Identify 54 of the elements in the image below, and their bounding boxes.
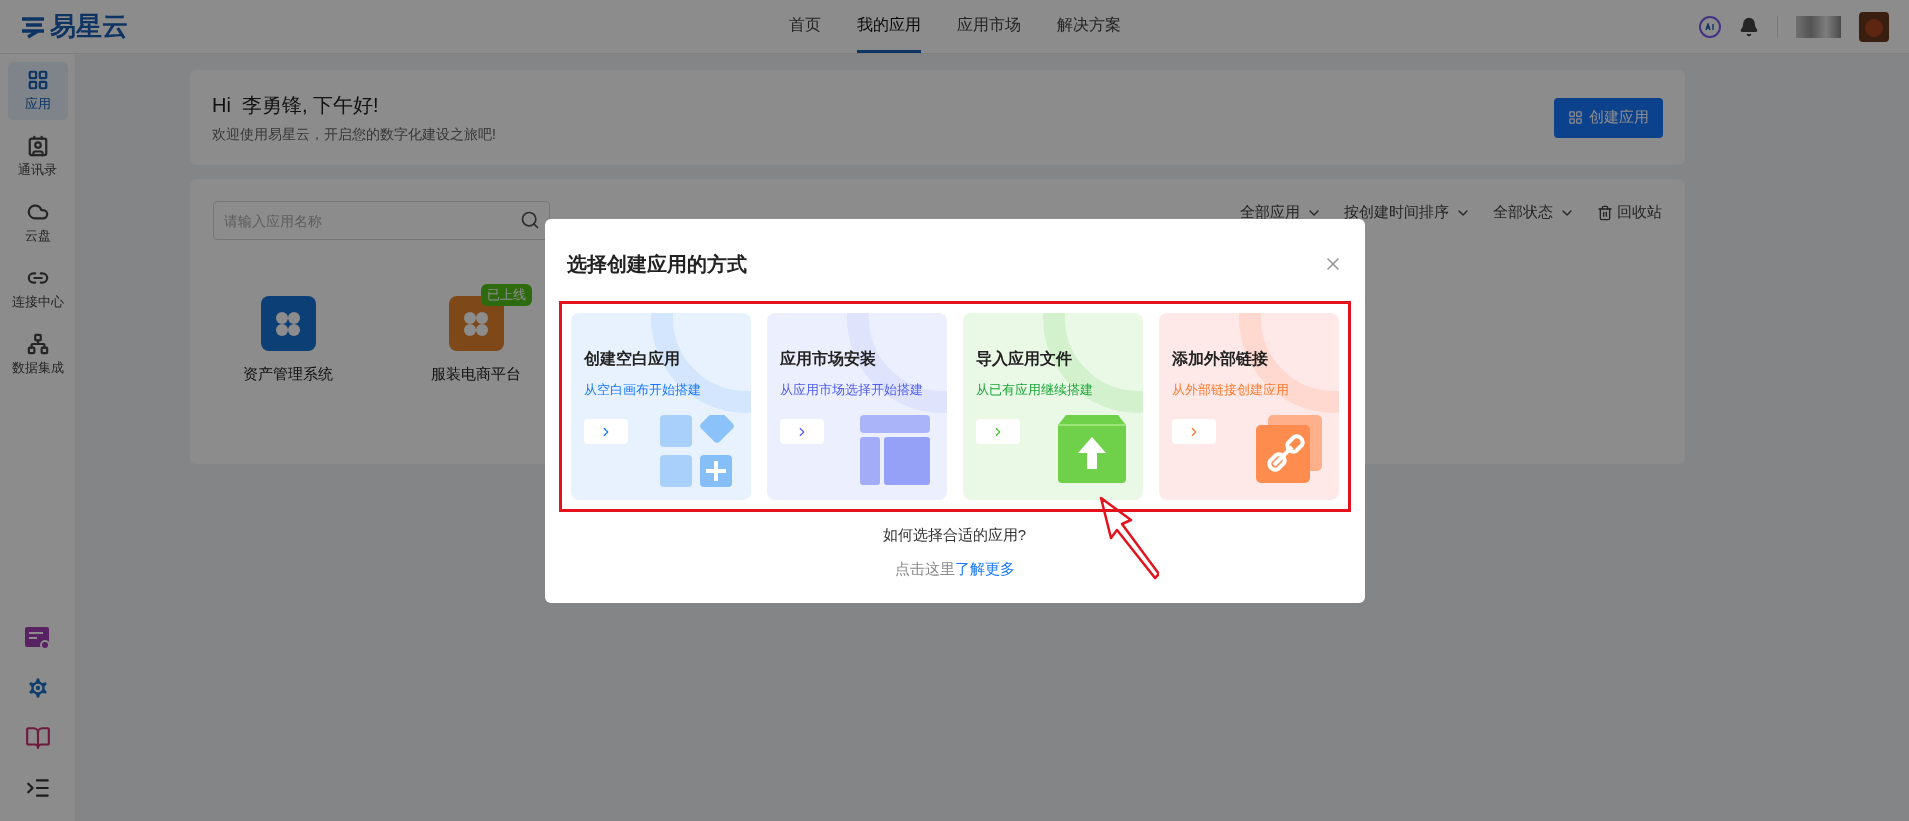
book-icon[interactable] bbox=[24, 725, 51, 751]
avatar[interactable] bbox=[1859, 11, 1889, 42]
status-badge: 已上线 bbox=[480, 284, 532, 306]
dialog-title: 选择创建应用的方式 bbox=[566, 251, 747, 277]
option-card[interactable]: 创建空白应用 从空白画布开始搭建 bbox=[570, 312, 751, 500]
create-app-button[interactable]: 创建应用 bbox=[1554, 97, 1663, 138]
ai-icon[interactable] bbox=[1699, 15, 1721, 38]
option-subtitle: 从应用市场选择开始搭建 bbox=[779, 380, 924, 399]
option-title: 导入应用文件 bbox=[975, 348, 1073, 369]
learn-more-link[interactable]: 了解更多 bbox=[954, 560, 1015, 577]
app-name: 资产管理系统 bbox=[243, 364, 333, 384]
logo-icon bbox=[20, 14, 46, 39]
app-tile[interactable]: 资产管理系统 bbox=[213, 282, 363, 386]
app-icon bbox=[260, 296, 316, 351]
notification-icon[interactable] bbox=[1739, 16, 1759, 37]
option-title: 添加外部链接 bbox=[1171, 348, 1269, 369]
filter-dropdown[interactable]: 全部状态 bbox=[1493, 201, 1575, 224]
trash-icon bbox=[1597, 204, 1613, 221]
help-question: 如何选择合适的应用? bbox=[882, 524, 1027, 545]
greeting-title: Hi 李勇锋, 下午好! bbox=[212, 93, 380, 118]
calendar-settings-icon[interactable] bbox=[24, 627, 51, 651]
option-card[interactable]: 导入应用文件 从已有应用继续搭建 bbox=[962, 312, 1143, 500]
help-text: 点击这里了解更多 bbox=[894, 559, 1015, 579]
network-icon bbox=[26, 332, 49, 355]
recycle-bin-button[interactable]: 回收站 bbox=[1597, 201, 1662, 224]
sidebar-item[interactable]: 云盘 bbox=[7, 194, 68, 252]
option-subtitle: 从已有应用继续搭建 bbox=[975, 380, 1094, 399]
app-name: 服装电商平台 bbox=[431, 364, 521, 384]
sidebar-item[interactable]: 连接中心 bbox=[7, 260, 68, 318]
blocks-icon bbox=[659, 415, 734, 489]
option-card[interactable]: 添加外部链接 从外部链接创建应用 bbox=[1158, 312, 1339, 500]
upload-box-icon bbox=[1057, 415, 1126, 483]
sidebar-item[interactable]: 数据集成 bbox=[7, 326, 68, 384]
option-card[interactable]: 应用市场安装 从应用市场选择开始搭建 bbox=[766, 312, 947, 500]
nav-tab[interactable]: 我的应用 bbox=[856, 0, 921, 53]
nav-tab[interactable]: 应用市场 bbox=[956, 0, 1021, 53]
option-title: 应用市场安装 bbox=[779, 348, 877, 369]
greeting-subtitle: 欢迎使用易星云，开启您的数字化建设之旅吧! bbox=[212, 125, 496, 144]
nav-tab[interactable]: 首页 bbox=[788, 0, 821, 53]
grid-icon bbox=[1568, 110, 1583, 125]
search-icon[interactable] bbox=[520, 210, 540, 230]
layout-icon bbox=[859, 415, 930, 485]
sidebar-item[interactable]: 通讯录 bbox=[7, 128, 68, 186]
option-subtitle: 从空白画布开始搭建 bbox=[583, 380, 702, 399]
grid-icon bbox=[26, 68, 49, 91]
option-title: 创建空白应用 bbox=[583, 348, 681, 369]
brand-name: 易星云 bbox=[50, 10, 128, 43]
contact-book-icon bbox=[26, 134, 49, 157]
option-subtitle: 从外部链接创建应用 bbox=[1171, 380, 1290, 399]
blurred-username bbox=[1796, 15, 1841, 38]
nav-tab[interactable]: 解决方案 bbox=[1056, 0, 1121, 53]
app-tile[interactable]: 已上线 服装电商平台 bbox=[401, 282, 551, 386]
link-icon bbox=[1255, 415, 1322, 483]
sidebar-item[interactable]: 应用 bbox=[7, 62, 68, 120]
